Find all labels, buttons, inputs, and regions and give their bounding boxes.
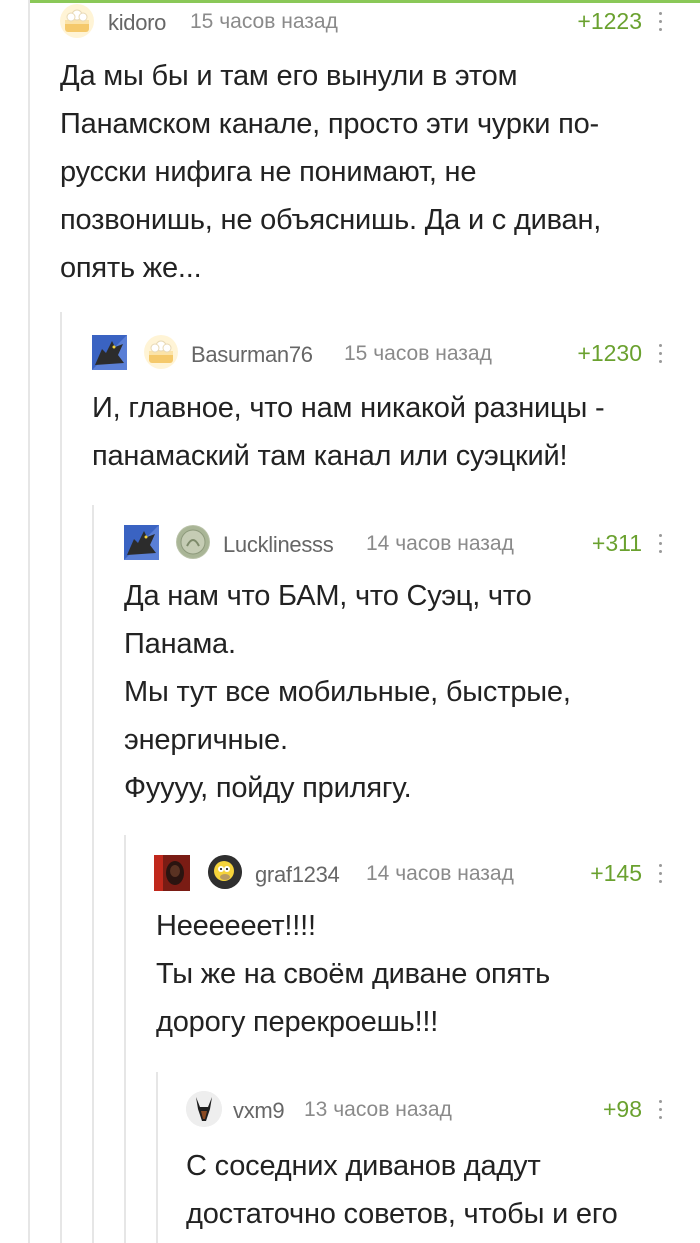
comment-text: И, главное, что нам никакой разницы - па… bbox=[92, 392, 605, 472]
comment-rating: +98 bbox=[602, 1096, 642, 1122]
comment-time[interactable]: 15 часов назад bbox=[344, 342, 492, 366]
comment-text: Неееееет!!!! Ты же на своём диване опять… bbox=[156, 910, 551, 1038]
comment-kidoro: kidoro 15 часов назад +1223 Да мы бы и т… bbox=[60, 0, 700, 300]
cake-avatar-icon[interactable] bbox=[60, 4, 94, 38]
thread-line-level-1 bbox=[60, 312, 62, 1243]
comment-text: С соседних диванов дадут достаточно сове… bbox=[186, 1150, 618, 1230]
cake-avatar-icon[interactable] bbox=[144, 335, 178, 369]
comment-rating: +311 bbox=[591, 530, 642, 556]
comment-username[interactable]: Basurman76 bbox=[191, 342, 313, 368]
more-vertical-icon[interactable] bbox=[656, 344, 664, 366]
comment-time[interactable]: 14 часов назад bbox=[366, 862, 514, 886]
comment-username[interactable]: Lucklinesss bbox=[223, 532, 334, 558]
comment-text: Да мы бы и там его вынули в этом Панамск… bbox=[60, 60, 602, 284]
thread-line-level-3 bbox=[124, 835, 126, 1243]
thread-line-level-2 bbox=[92, 505, 94, 1243]
comment-vxm9: vxm9 13 часов назад +98 С соседних диван… bbox=[186, 1088, 700, 1243]
comment-time[interactable]: 14 часов назад bbox=[366, 532, 514, 556]
more-vertical-icon[interactable] bbox=[656, 864, 664, 886]
comment-username[interactable]: vxm9 bbox=[233, 1098, 285, 1124]
homer-avatar-icon[interactable] bbox=[208, 855, 242, 889]
comment-graf1234: graf1234 14 часов назад +145 Неееееет!!!… bbox=[154, 852, 700, 1052]
comment-rating: +145 bbox=[590, 860, 642, 886]
comment-rating: +1223 bbox=[577, 8, 642, 34]
dragon-avatar-icon[interactable] bbox=[124, 525, 159, 560]
more-vertical-icon[interactable] bbox=[656, 12, 664, 34]
thread-line-level-0 bbox=[28, 0, 30, 1243]
comment-rating: +1230 bbox=[577, 340, 642, 366]
comment-username[interactable]: graf1234 bbox=[255, 862, 340, 888]
comment-lucklinesss: Lucklinesss 14 часов назад +311 Да нам ч… bbox=[124, 522, 700, 812]
comment-username[interactable]: kidoro bbox=[108, 10, 166, 36]
dog-avatar-icon[interactable] bbox=[186, 1091, 222, 1127]
comment-basurman76: Basurman76 15 часов назад +1230 И, главн… bbox=[92, 332, 700, 482]
avatar-image[interactable] bbox=[154, 855, 190, 891]
comment-time[interactable]: 15 часов назад bbox=[190, 10, 338, 34]
coin-avatar-icon[interactable] bbox=[176, 525, 210, 559]
thread-line-level-4 bbox=[156, 1072, 158, 1243]
dragon-avatar-icon[interactable] bbox=[92, 335, 127, 370]
more-vertical-icon[interactable] bbox=[656, 1100, 664, 1122]
comment-time[interactable]: 13 часов назад bbox=[304, 1098, 452, 1122]
more-vertical-icon[interactable] bbox=[656, 534, 664, 556]
comment-text: Да нам что БАМ, что Суэц, что Панама. Мы… bbox=[124, 580, 571, 804]
